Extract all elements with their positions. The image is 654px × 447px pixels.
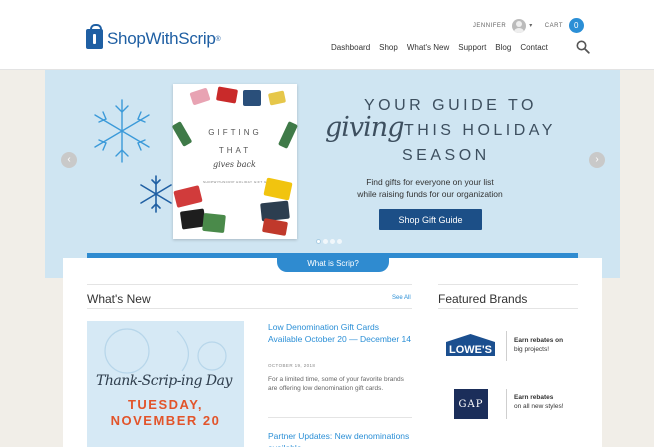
gift-card-image [189,87,211,106]
hero-heading-line3: SEASON [402,147,490,164]
hero-heading-line2: THIS HOLIDAY [404,122,556,139]
divider [87,284,412,285]
divider [438,308,578,309]
search-icon[interactable] [576,40,590,54]
nav-item-dashboard[interactable]: Dashboard [331,43,370,52]
gift-card-image [215,86,239,104]
gift-card-image [267,90,287,106]
carousel-next-button[interactable]: › [589,152,605,168]
shop-gift-guide-button[interactable]: Shop Gift Guide [379,209,482,230]
lowes-logo-image: LOWE'S [446,334,495,356]
divider [438,284,578,285]
hero-subtext-line2: while raising funds for our organization [357,189,503,199]
carousel-dot[interactable] [330,239,335,244]
snowflake-small-icon [140,175,172,213]
brand-headline: Earn rebates on [514,337,564,344]
nav-item-shop[interactable]: Shop [379,43,398,52]
gift-card-image [261,218,289,236]
brand-divider [506,389,507,419]
chevron-left-icon: ‹ [67,154,71,165]
carousel-dot[interactable] [337,239,342,244]
news-item-title-link[interactable]: Low Denomination Gift Cards Available Oc… [268,321,413,345]
user-name[interactable]: JENNIFER [473,23,506,29]
news-item-title-link[interactable]: Partner Updates: New denominations avail… [268,430,413,447]
gift-card-image [243,90,261,106]
news-item-date: OCTOBER 19, 2018 [268,363,316,368]
divider [87,308,412,309]
brand-subline: on all new styles! [514,403,564,410]
main-nav: Dashboard Shop What's New Support Blog C… [331,43,557,52]
nav-item-whats-new[interactable]: What's New [407,43,449,52]
divider [268,417,412,418]
promo-day: TUESDAY, [127,397,204,412]
gift-card-image [202,212,226,234]
nav-item-contact[interactable]: Contact [520,43,548,52]
brand-subline: big projects! [514,346,550,353]
hero-subtext-line1: Find gifts for everyone on your list [366,177,494,187]
guide-cover-line1: GIFTING [208,128,262,137]
promo-script-title: Thank-Scrip-ing Day [96,373,232,389]
brand-divider [506,331,507,361]
gift-card-image [173,185,203,208]
see-all-link[interactable]: See All [392,295,411,301]
gift-card-image [263,177,293,201]
carousel-prev-button[interactable]: ‹ [61,152,77,168]
site-header: ShopWithScrip ® JENNIFER ▾ CART 0 Dashboa… [0,0,654,70]
snowflake-icon [94,99,150,163]
brand-tagline: Earn rebates on big projects! [514,336,563,354]
lowes-logo-text: LOWE'S [449,344,492,356]
nav-item-blog[interactable]: Blog [495,43,511,52]
cart-label[interactable]: CART [545,23,563,29]
carousel-dot[interactable] [316,239,321,244]
lowes-logo[interactable]: LOWE'S [443,333,498,357]
logo-text: ShopWithScrip [107,29,216,48]
chevron-right-icon: › [595,154,599,165]
guide-cover-line2: THAT [218,146,252,155]
thank-scrip-ing-day-promo[interactable]: Thank-Scrip-ing Day TUESDAY, NOVEMBER 20 [87,321,244,447]
promo-date: NOVEMBER 20 [110,413,221,428]
hero-heading-script: giving [325,112,404,143]
brand-tagline: Earn rebates on all new styles! [514,393,564,411]
shopping-bag-icon [86,24,103,49]
carousel-dots [316,239,344,244]
featured-brands-heading: Featured Brands [438,292,528,306]
brand-headline: Earn rebates [514,394,554,401]
gap-logo[interactable]: GAP [454,389,488,419]
chevron-down-icon[interactable]: ▾ [529,22,533,29]
what-is-scrip-tab[interactable]: What is Scrip? [277,254,389,272]
whats-new-heading: What's New [87,292,151,306]
logo-registered-mark: ® [215,35,221,43]
news-item-body: For a limited time, some of your favorit… [268,376,404,392]
gift-guide-cover[interactable]: GIFTING THAT gives back SHOPWITHSCRIP HO… [171,84,299,239]
avatar[interactable] [512,18,527,33]
site-logo[interactable]: ShopWithScrip ® [86,24,221,49]
guide-cover-script: gives back [213,160,256,169]
nav-item-support[interactable]: Support [458,43,486,52]
utility-bar: JENNIFER ▾ CART 0 [473,18,584,33]
carousel-dot[interactable] [323,239,328,244]
cart-count-badge[interactable]: 0 [569,18,584,33]
